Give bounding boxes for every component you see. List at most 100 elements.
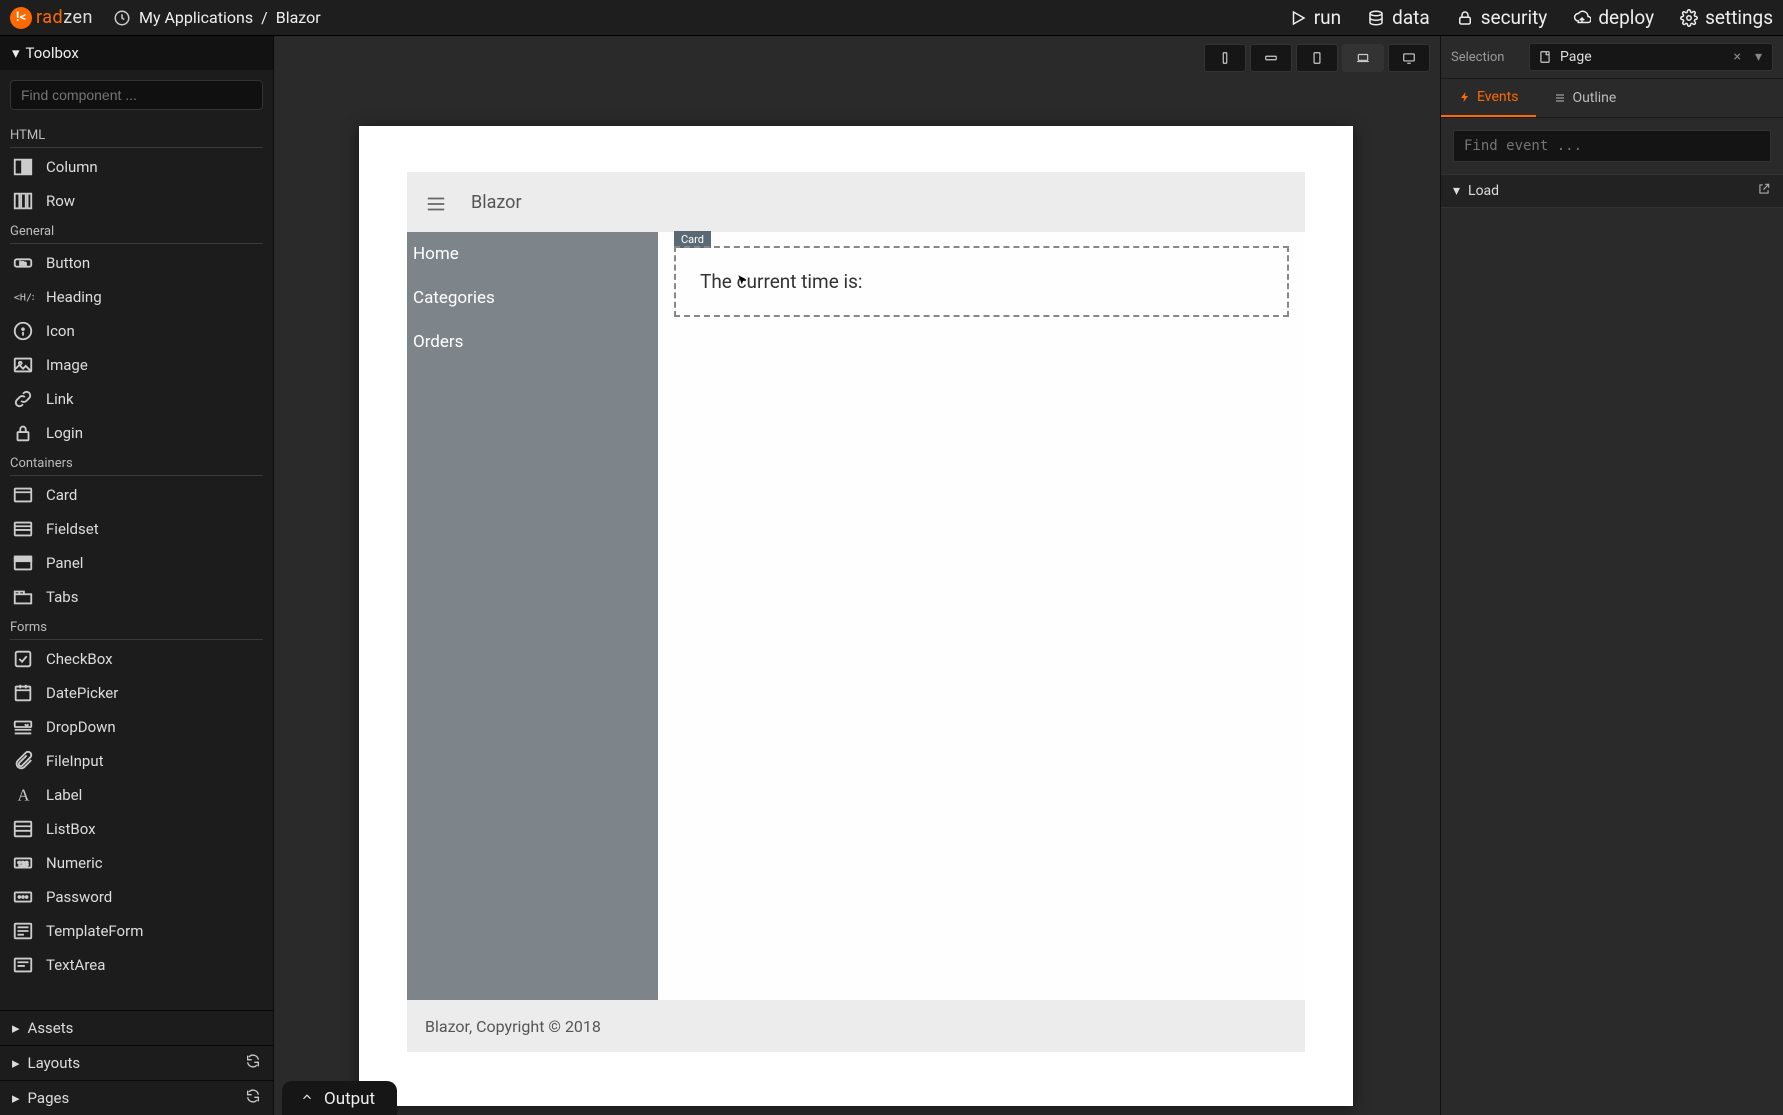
component-icon[interactable]: Icon	[10, 314, 263, 348]
event-search-input[interactable]	[1453, 130, 1771, 162]
topbar-actions: run data security deploy settings	[1289, 6, 1773, 29]
component-button[interactable]: btnButton	[10, 246, 263, 280]
logo-mark-icon: !<	[10, 7, 32, 29]
component-tabs[interactable]: Tabs	[10, 580, 263, 614]
logo[interactable]: !< radzen	[10, 7, 93, 29]
app-title: Blazor	[471, 192, 522, 213]
viewport-toolbar	[1204, 44, 1430, 72]
toolbox-header[interactable]: ▾ Toolbox	[0, 36, 273, 70]
pages-section[interactable]: ▸ Pages	[0, 1080, 273, 1115]
sync-icon[interactable]	[245, 1088, 261, 1108]
component-link[interactable]: Link	[10, 382, 263, 416]
component-column[interactable]: Column	[10, 150, 263, 184]
svg-text:123: 123	[18, 860, 29, 868]
component-checkbox[interactable]: CheckBox	[10, 642, 263, 676]
chevron-down-icon[interactable]: ▾	[1753, 49, 1764, 65]
icon-icon	[12, 320, 34, 342]
listbox-icon	[12, 818, 34, 840]
viewport-desktop[interactable]	[1388, 44, 1430, 72]
component-dropdown[interactable]: DropDown	[10, 710, 263, 744]
component-listbox[interactable]: ListBox	[10, 812, 263, 846]
toolbox-group-containers: Containers	[10, 450, 263, 476]
breadcrumb-current[interactable]: Blazor	[276, 8, 321, 27]
component-panel[interactable]: Panel	[10, 546, 263, 580]
left-sidebar: ▾ Toolbox HTMLColumnRowGeneralbtnButton<…	[0, 36, 274, 1115]
card-component[interactable]: The current time is:	[674, 246, 1289, 317]
security-button[interactable]: security	[1456, 6, 1548, 29]
event-search-wrap	[1441, 118, 1783, 174]
component-fileinput[interactable]: FileInput	[10, 744, 263, 778]
hamburger-icon[interactable]	[425, 193, 447, 211]
component-card[interactable]: Card	[10, 478, 263, 512]
component-image[interactable]: Image	[10, 348, 263, 382]
app-nav: Home Categories Orders	[407, 232, 658, 1000]
design-surface[interactable]: Blazor Home Categories Orders Card The c…	[359, 126, 1353, 1106]
row-icon	[12, 190, 34, 212]
nav-orders[interactable]: Orders	[407, 320, 658, 364]
viewport-phone-land[interactable]	[1250, 44, 1292, 72]
tab-events[interactable]: Events	[1441, 79, 1536, 117]
component-datepicker[interactable]: DatePicker	[10, 676, 263, 710]
output-tab[interactable]: Output	[282, 1081, 397, 1115]
selection-dropdown[interactable]: Page × ▾	[1529, 43, 1773, 71]
app-header: Blazor	[407, 172, 1305, 232]
fileinput-icon	[12, 750, 34, 772]
image-icon	[12, 354, 34, 376]
templateform-icon	[12, 920, 34, 942]
component-templateform[interactable]: TemplateForm	[10, 914, 263, 948]
canvas-area: Blazor Home Categories Orders Card The c…	[274, 36, 1440, 1115]
svg-text:btn: btn	[20, 261, 27, 267]
deploy-button[interactable]: deploy	[1573, 6, 1654, 29]
dropdown-icon	[12, 716, 34, 738]
selection-row: Selection Page × ▾	[1441, 36, 1783, 79]
lightning-icon	[1459, 91, 1471, 103]
nav-home[interactable]: Home	[407, 232, 658, 276]
tab-outline[interactable]: Outline	[1536, 79, 1634, 117]
settings-button[interactable]: settings	[1680, 6, 1773, 29]
clear-selection-icon[interactable]: ×	[1729, 49, 1744, 65]
breadcrumb-root[interactable]: My Applications	[139, 8, 253, 27]
textarea-icon	[12, 954, 34, 976]
toolbox-title: Toolbox	[26, 44, 79, 62]
assets-section[interactable]: ▸ Assets	[0, 1010, 273, 1045]
component-textarea[interactable]: TextArea	[10, 948, 263, 982]
svg-text:A: A	[18, 786, 30, 805]
data-button[interactable]: data	[1367, 6, 1430, 29]
viewport-laptop[interactable]	[1342, 44, 1384, 72]
external-link-icon[interactable]	[1757, 182, 1771, 200]
toolbox-group-forms: Forms	[10, 614, 263, 640]
event-load[interactable]: ▾ Load	[1441, 174, 1783, 208]
fieldset-icon	[12, 518, 34, 540]
component-login[interactable]: Login	[10, 416, 263, 450]
right-tabs: Events Outline	[1441, 79, 1783, 118]
link-icon	[12, 388, 34, 410]
app-footer: Blazor, Copyright © 2018	[407, 1000, 1305, 1052]
caret-right-icon: ▸	[12, 1019, 20, 1037]
numeric-icon: 123	[12, 852, 34, 874]
component-fieldset[interactable]: Fieldset	[10, 512, 263, 546]
label-icon: A	[12, 784, 34, 806]
sync-icon[interactable]	[245, 1053, 261, 1073]
right-sidebar: Selection Page × ▾ Events Outline ▾ Load	[1440, 36, 1783, 1115]
viewport-tablet[interactable]	[1296, 44, 1338, 72]
breadcrumb: My Applications / Blazor	[113, 8, 321, 27]
caret-right-icon: ▸	[12, 1089, 20, 1107]
viewport-phone[interactable]	[1204, 44, 1246, 72]
component-password[interactable]: Password	[10, 880, 263, 914]
login-icon	[12, 422, 34, 444]
selection-label: Selection	[1451, 50, 1521, 65]
panel-icon	[12, 552, 34, 574]
component-numeric[interactable]: 123Numeric	[10, 846, 263, 880]
nav-categories[interactable]: Categories	[407, 276, 658, 320]
page-icon	[1538, 50, 1552, 64]
run-button[interactable]: run	[1289, 6, 1341, 29]
app-content[interactable]: Card The current time is:	[658, 232, 1305, 1000]
component-label[interactable]: ALabel	[10, 778, 263, 812]
component-search-input[interactable]	[10, 80, 263, 110]
topbar: !< radzen My Applications / Blazor run d…	[0, 0, 1783, 36]
component-row[interactable]: Row	[10, 184, 263, 218]
component-heading[interactable]: <H/>Heading	[10, 280, 263, 314]
toolbox-group-general: General	[10, 218, 263, 244]
layouts-section[interactable]: ▸ Layouts	[0, 1045, 273, 1080]
caret-down-icon: ▾	[12, 44, 20, 62]
